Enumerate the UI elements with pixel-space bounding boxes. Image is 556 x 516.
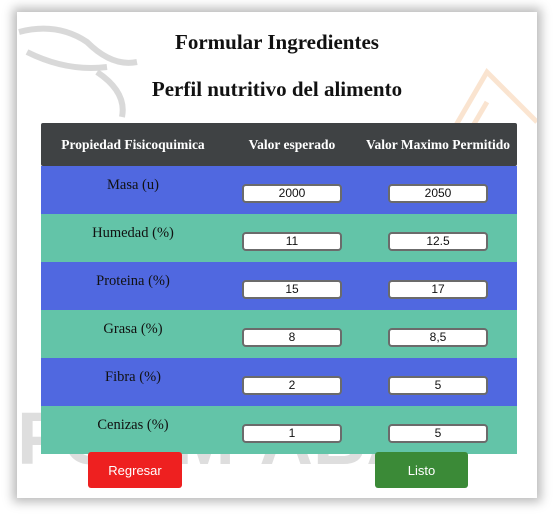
- row-label: Proteina (%): [96, 272, 170, 289]
- table-row: Cenizas (%) 1 5: [41, 406, 517, 454]
- row-label: Humedad (%): [92, 224, 174, 241]
- page-subtitle: Perfil nutritivo del alimento: [151, 77, 403, 101]
- column-header-max: Valor Maximo Permitido: [366, 136, 510, 152]
- table-row: Humedad (%) 11 12.5: [41, 214, 517, 262]
- expected-value-input[interactable]: 1: [242, 423, 342, 443]
- table-row: Masa (u) 2000 2050: [41, 166, 517, 214]
- max-value-input[interactable]: 8,5: [388, 327, 488, 347]
- table-row: Grasa (%) 8 8,5: [41, 310, 517, 358]
- row-label: Cenizas (%): [97, 416, 169, 433]
- page-title: Formular Ingredientes: [175, 30, 379, 54]
- table-row: Fibra (%) 2 5: [41, 358, 517, 406]
- column-header-expected: Valor esperado: [248, 136, 336, 152]
- expected-value-input[interactable]: 2: [242, 375, 342, 395]
- row-label: Grasa (%): [103, 320, 163, 337]
- expected-value-input[interactable]: 2000: [242, 183, 342, 203]
- nutrition-table: Propiedad Fisicoquimica Valor esperado V…: [41, 123, 517, 454]
- expected-value-input[interactable]: 11: [242, 231, 342, 251]
- column-header-property: Propiedad Fisicoquimica: [61, 136, 205, 152]
- row-label: Fibra (%): [105, 368, 161, 385]
- dialog-panel: FORM-ABA Formular Ingredientes Perfil nu…: [17, 12, 537, 498]
- max-value-input[interactable]: 12.5: [388, 231, 488, 251]
- done-button[interactable]: Listo: [375, 452, 468, 488]
- max-value-input[interactable]: 5: [388, 423, 488, 443]
- table-header: Propiedad Fisicoquimica Valor esperado V…: [41, 123, 517, 166]
- table-row: Proteina (%) 15 17: [41, 262, 517, 310]
- expected-value-input[interactable]: 15: [242, 279, 342, 299]
- expected-value-input[interactable]: 8: [242, 327, 342, 347]
- back-button[interactable]: Regresar: [88, 452, 182, 488]
- max-value-input[interactable]: 2050: [388, 183, 488, 203]
- max-value-input[interactable]: 5: [388, 375, 488, 395]
- max-value-input[interactable]: 17: [388, 279, 488, 299]
- row-label: Masa (u): [107, 176, 159, 193]
